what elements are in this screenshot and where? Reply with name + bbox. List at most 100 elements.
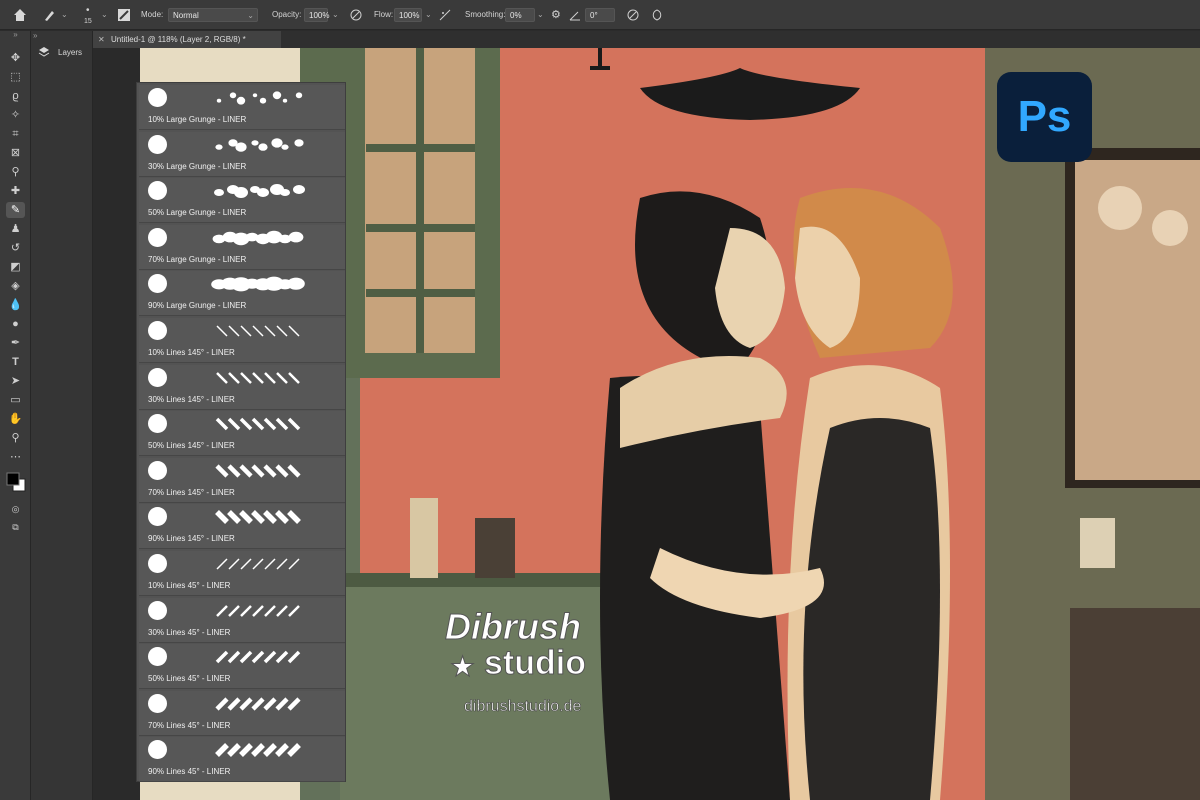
chevron-down-icon: ⌄: [247, 11, 254, 20]
brush-tool-icon[interactable]: [42, 7, 58, 23]
angle-value: 0°: [590, 11, 598, 20]
layers-panel-tab[interactable]: Layers: [33, 44, 91, 62]
pressure-size-icon[interactable]: [626, 8, 640, 22]
home-icon[interactable]: [12, 7, 28, 23]
symmetry-icon[interactable]: [650, 8, 664, 22]
brush-stroke-preview: [212, 230, 304, 245]
mode-label: Mode:: [141, 10, 164, 19]
brush-preset-item[interactable]: 10% Large Grunge - LINER: [139, 85, 345, 130]
angle-field[interactable]: 0°: [585, 8, 615, 22]
eraser-icon[interactable]: ◩: [6, 259, 25, 275]
brush-icon[interactable]: ✎: [6, 202, 25, 218]
pen-icon[interactable]: ✒: [6, 335, 25, 351]
brush-preset-picker: 10% Large Grunge - LINER 30% Large Grunge…: [136, 82, 346, 783]
brush-picker-chevron-icon[interactable]: ⌄: [101, 8, 108, 22]
flow-field[interactable]: 100%: [394, 8, 422, 22]
brush-stroke-preview: [215, 510, 301, 525]
opacity-field[interactable]: 100%: [304, 8, 330, 22]
opacity-chevron-icon[interactable]: ⌄: [332, 8, 339, 22]
brush-preset-item[interactable]: 70% Lines 145° - LINER: [139, 457, 345, 503]
bucket-icon[interactable]: ◈: [6, 278, 25, 294]
smoothing-label: Smoothing:: [465, 10, 506, 19]
history-brush-icon[interactable]: ↺: [6, 240, 25, 256]
brush-tip-icon: [148, 740, 167, 760]
brush-tip-icon: [148, 274, 167, 294]
brush-tip-icon: [148, 554, 167, 573]
marquee-icon[interactable]: ⬚: [6, 69, 25, 85]
brush-tip-icon: [148, 227, 167, 247]
flow-label: Flow:: [374, 10, 394, 19]
brush-preset-item[interactable]: 70% Large Grunge - LINER: [139, 224, 345, 270]
brush-preset-item[interactable]: 10% Lines 45° - LINER: [139, 551, 345, 596]
brush-tip-icon: [148, 460, 167, 480]
lasso-icon[interactable]: ϱ: [6, 88, 25, 104]
brush-preset-item[interactable]: 90% Large Grunge - LINER: [139, 271, 345, 317]
screen-mode-icon[interactable]: ⧉: [6, 519, 25, 535]
eyedropper-icon[interactable]: ⚲: [6, 164, 25, 180]
airbrush-icon[interactable]: [438, 8, 452, 22]
brush-stroke-preview: [215, 464, 301, 478]
brush-preset-item[interactable]: 90% Lines 145° - LINER: [139, 504, 345, 550]
brush-settings-icon[interactable]: [117, 8, 131, 22]
blur-icon[interactable]: 💧: [6, 297, 25, 313]
brush-preset-name: 50% Lines 145° - LINER: [148, 441, 235, 451]
brush-stroke-preview: [216, 604, 300, 617]
brush-stroke-preview: [216, 371, 300, 384]
brush-stroke-preview: [215, 137, 304, 152]
move-icon[interactable]: ✥: [6, 50, 25, 66]
path-select-icon[interactable]: ➤: [6, 373, 25, 389]
brush-preset-item[interactable]: 50% Lines 45° - LINER: [139, 644, 345, 690]
brush-preset-item[interactable]: 50% Lines 145° - LINER: [139, 411, 345, 457]
brush-tip-icon: [148, 507, 167, 527]
crop-icon[interactable]: ⌗: [6, 126, 25, 142]
brush-stroke-preview: [216, 558, 300, 570]
brush-preset-item[interactable]: 10% Lines 145° - LINER: [139, 318, 345, 363]
brush-preset-name: 70% Large Grunge - LINER: [148, 254, 247, 264]
brush-preset-item[interactable]: 30% Lines 45° - LINER: [139, 597, 345, 643]
brush-preset-item[interactable]: 70% Lines 45° - LINER: [139, 690, 345, 736]
dodge-icon[interactable]: ●: [6, 316, 25, 332]
brush-preset-name: 50% Lines 45° - LINER: [148, 674, 231, 684]
document-tab[interactable]: ✕ Untitled-1 @ 118% (Layer 2, RGB/8) *: [93, 31, 281, 48]
collapse-arrows-icon[interactable]: »: [6, 31, 25, 41]
brush-preset-item[interactable]: 30% Lines 145° - LINER: [139, 364, 345, 410]
frame-icon[interactable]: ⊠: [6, 145, 25, 161]
brush-preset-item[interactable]: 30% Large Grunge - LINER: [139, 131, 345, 177]
brush-preset-name: 30% Lines 145° - LINER: [148, 394, 235, 404]
type-icon[interactable]: T: [6, 354, 25, 370]
brush-stroke-preview: [211, 276, 305, 292]
opacity-label: Opacity:: [272, 10, 302, 19]
expand-arrows-icon[interactable]: »: [33, 31, 37, 40]
brush-preset-name: 30% Large Grunge - LINER: [148, 161, 247, 171]
hand-icon[interactable]: ✋: [6, 411, 25, 427]
brush-preset-name: 30% Lines 45° - LINER: [148, 627, 231, 637]
smoothing-field[interactable]: 0%: [505, 8, 535, 22]
smoothing-chevron-icon[interactable]: ⌄: [537, 8, 544, 22]
brush-preset-item[interactable]: 90% Lines 45° - LINER: [139, 737, 345, 783]
healing-icon[interactable]: ✚: [6, 183, 25, 199]
document-tab-bar: ✕ Untitled-1 @ 118% (Layer 2, RGB/8) *: [93, 31, 1200, 48]
magic-wand-icon[interactable]: ✧: [6, 107, 25, 123]
gear-icon[interactable]: ⚙: [551, 8, 561, 22]
angle-icon: [569, 11, 580, 21]
brush-preset-name: 10% Lines 45° - LINER: [148, 581, 231, 590]
brush-tip-icon: [148, 414, 167, 434]
flow-chevron-icon[interactable]: ⌄: [425, 8, 432, 22]
stamp-icon[interactable]: ♟: [6, 221, 25, 237]
rectangle-icon[interactable]: ▭: [6, 392, 25, 408]
pressure-opacity-icon[interactable]: [349, 8, 363, 22]
brush-tip-icon: [148, 693, 167, 713]
mode-select[interactable]: Normal ⌄: [168, 8, 258, 22]
toolbar: » ✥ ⬚ ϱ ✧ ⌗ ⊠ ⚲ ✚ ✎ ♟ ↺ ◩ ◈ 💧 ● ✒ T ➤ ▭ …: [0, 31, 31, 800]
brush-stroke-preview: [215, 697, 301, 711]
brush-tip-icon: [148, 367, 167, 387]
zoom-icon[interactable]: ⚲: [6, 430, 25, 446]
brush-tip-icon: [148, 134, 167, 154]
close-icon[interactable]: ✕: [98, 31, 105, 48]
brush-preset-item[interactable]: 50% Large Grunge - LINER: [139, 178, 345, 224]
color-swatches[interactable]: [4, 463, 28, 497]
opacity-value: 100%: [309, 11, 330, 20]
tool-preset-chevron-icon[interactable]: ⌄: [61, 8, 68, 22]
quick-mask-icon[interactable]: ◎: [6, 501, 25, 517]
star-icon: ★: [449, 651, 476, 683]
